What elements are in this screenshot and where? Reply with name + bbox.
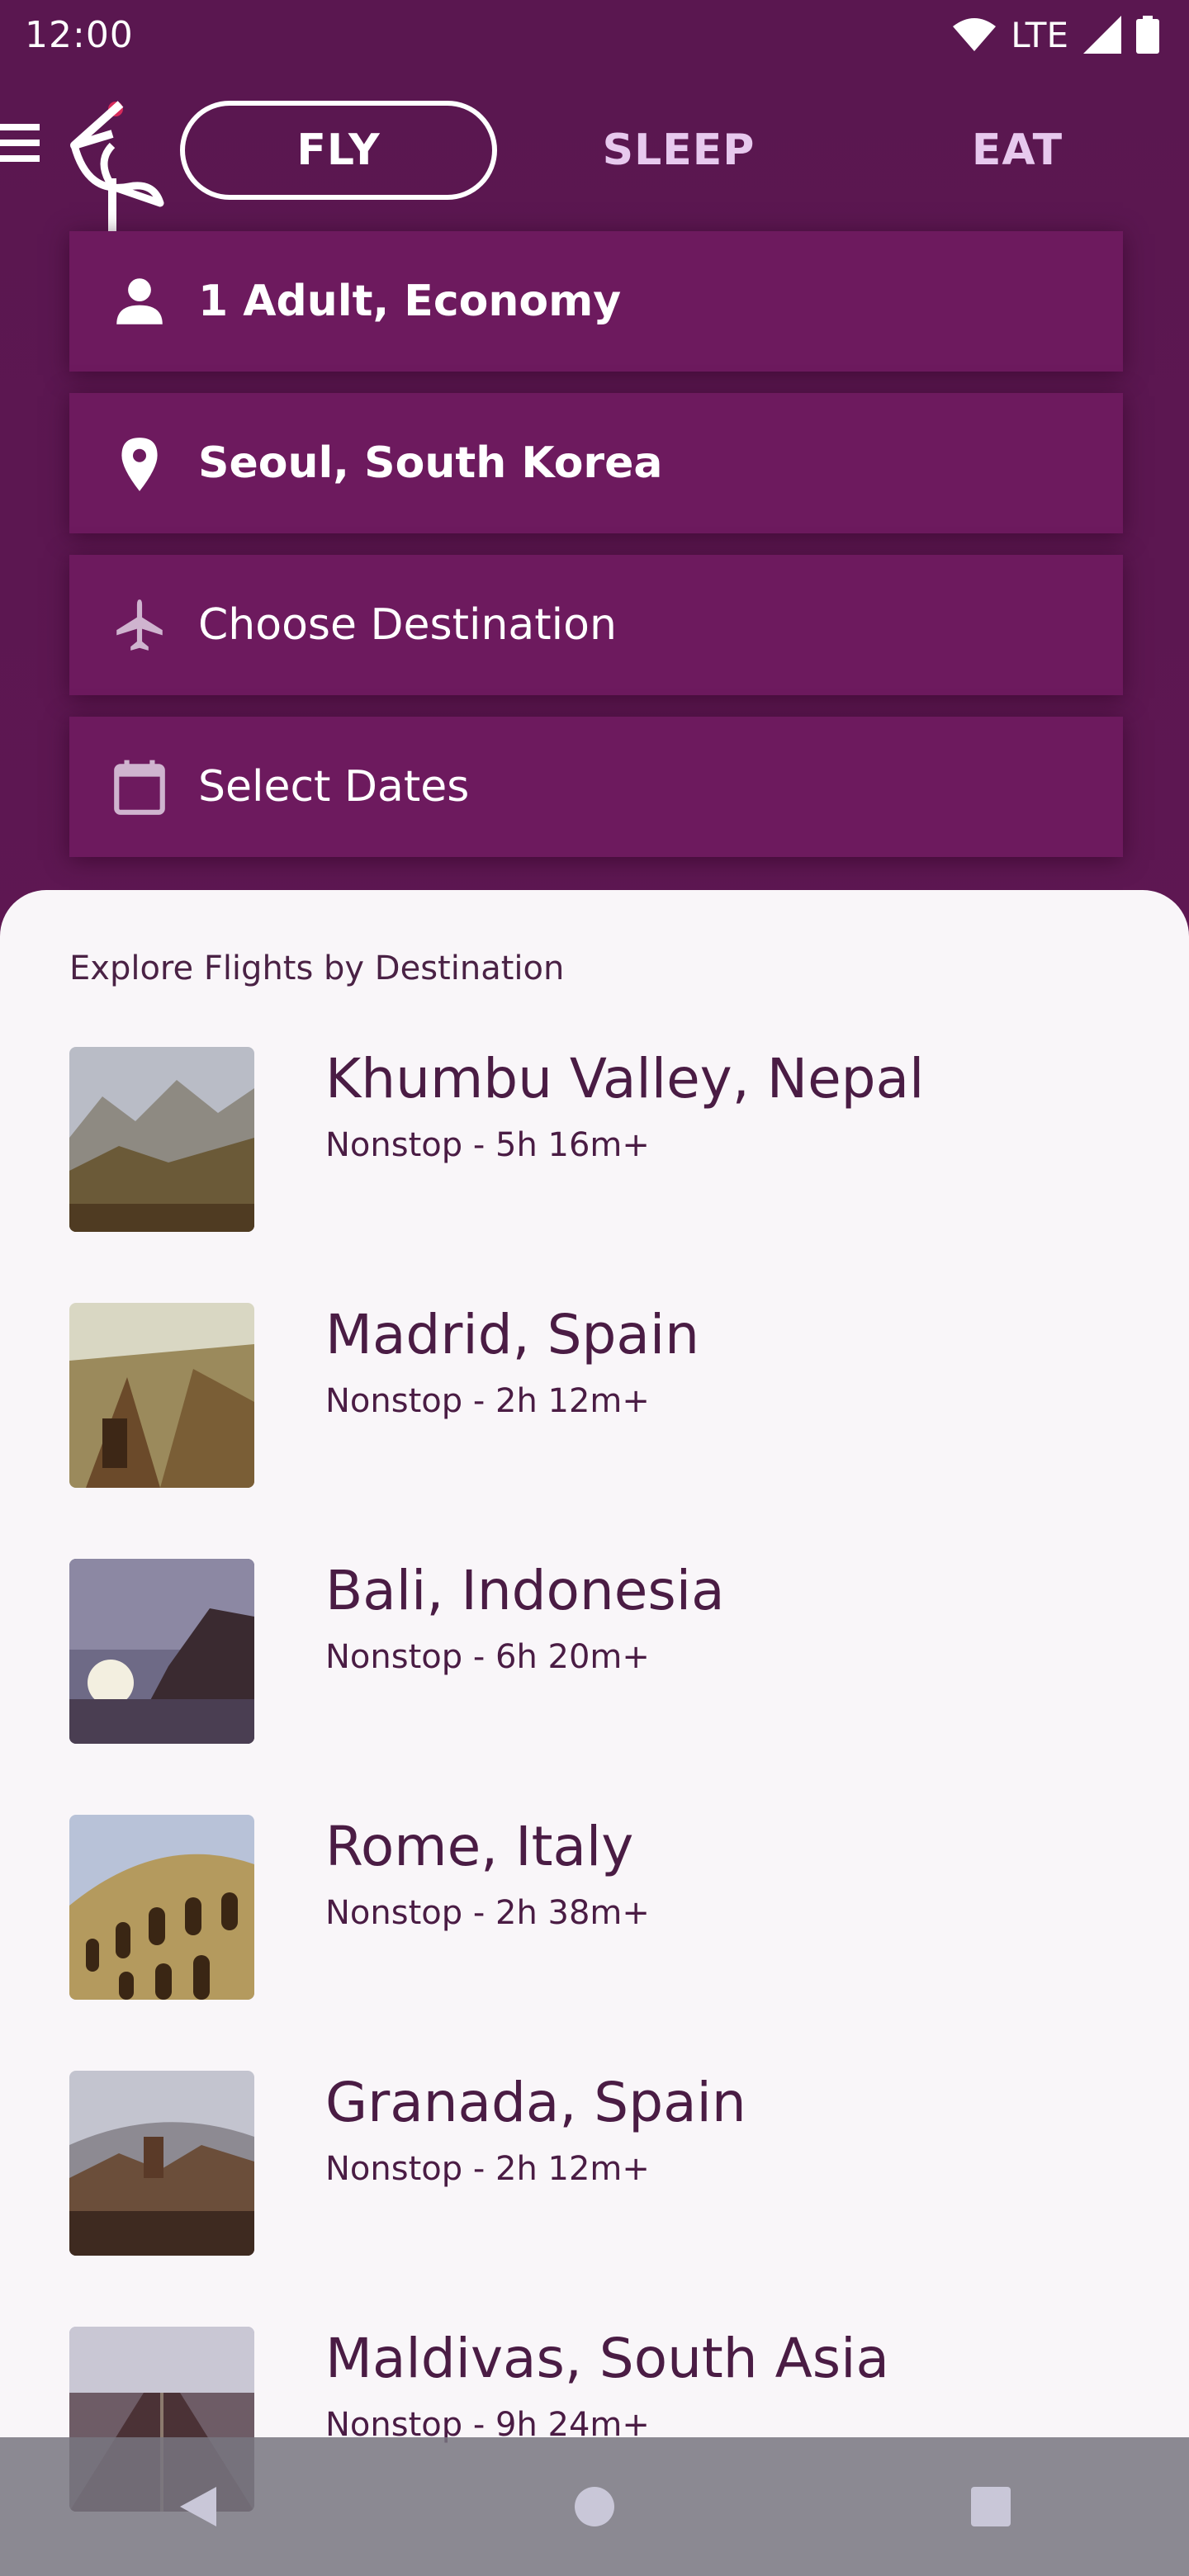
airplane-icon [116, 599, 163, 651]
tab-fly[interactable]: FLY [180, 101, 497, 200]
tab-fly-label: FLY [296, 125, 381, 175]
tab-sleep[interactable]: SLEEP [520, 101, 837, 200]
destination-thumbnail [69, 2071, 254, 2256]
back-icon [180, 2487, 216, 2526]
destination-field[interactable]: Choose Destination [69, 555, 1123, 695]
status-icons: LTE [953, 15, 1159, 55]
destination-name: Rome, Italy [325, 1815, 634, 1878]
recents-button[interactable] [966, 2482, 1016, 2531]
crane-logo [70, 101, 164, 243]
calendar-icon [114, 760, 165, 815]
destination-name: Bali, Indonesia [325, 1559, 725, 1622]
person-icon [116, 278, 163, 324]
dates-field[interactable]: Select Dates [69, 717, 1123, 857]
top-app-bar: FLY SLEEP EAT [0, 83, 1189, 243]
destination-thumbnail [69, 1815, 254, 2000]
destination-item[interactable]: Madrid, Spain Nonstop - 2h 12m+ [0, 1303, 1189, 1493]
destination-detail: Nonstop - 2h 38m+ [325, 1894, 650, 1932]
destination-thumbnail [69, 1559, 254, 1744]
lte-label: LTE [1011, 14, 1068, 55]
status-bar: 12:00 LTE [0, 0, 1189, 69]
destination-thumbnail [69, 1047, 254, 1232]
menu-icon[interactable] [0, 114, 41, 172]
destination-detail: Nonstop - 2h 12m+ [325, 2150, 650, 2188]
destination-item[interactable]: Granada, Spain Nonstop - 2h 12m+ [0, 2071, 1189, 2261]
destination-thumbnail [69, 1303, 254, 1488]
origin-value: Seoul, South Korea [198, 438, 663, 488]
recents-icon [971, 2487, 1011, 2526]
passengers-field[interactable]: 1 Adult, Economy [69, 231, 1123, 372]
explore-title: Explore Flights by Destination [69, 949, 565, 987]
tab-eat[interactable]: EAT [859, 101, 1176, 200]
system-navigation-bar [0, 2437, 1189, 2576]
tab-sleep-label: SLEEP [602, 125, 756, 175]
wifi-icon [953, 18, 997, 51]
destination-name: Granada, Spain [325, 2071, 746, 2134]
destination-name: Khumbu Valley, Nepal [325, 1047, 925, 1110]
dates-placeholder: Select Dates [198, 762, 470, 812]
explore-sheet: Explore Flights by Destination Khumbu Va… [0, 890, 1189, 2576]
status-time: 12:00 [25, 13, 134, 56]
home-icon [575, 2487, 614, 2526]
passengers-value: 1 Adult, Economy [198, 277, 622, 326]
app-root: 12:00 LTE FLY SLEEP EAT 1 Adult, Economy… [0, 0, 1189, 2576]
battery-icon [1136, 16, 1159, 54]
destination-placeholder: Choose Destination [198, 600, 617, 650]
destination-detail: Nonstop - 5h 16m+ [325, 1126, 650, 1164]
destination-item[interactable]: Khumbu Valley, Nepal Nonstop - 5h 16m+ [0, 1047, 1189, 1237]
destination-detail: Nonstop - 6h 20m+ [325, 1638, 650, 1676]
destination-item[interactable]: Bali, Indonesia Nonstop - 6h 20m+ [0, 1559, 1189, 1749]
tab-eat-label: EAT [971, 125, 1063, 175]
signal-icon [1083, 16, 1121, 54]
home-button[interactable] [570, 2482, 619, 2531]
location-pin-icon [121, 438, 158, 491]
destination-name: Maldivas, South Asia [325, 2327, 889, 2390]
origin-field[interactable]: Seoul, South Korea [69, 393, 1123, 533]
destination-item[interactable]: Rome, Italy Nonstop - 2h 38m+ [0, 1815, 1189, 2005]
destination-name: Madrid, Spain [325, 1303, 700, 1366]
destination-detail: Nonstop - 2h 12m+ [325, 1382, 650, 1420]
back-button[interactable] [173, 2482, 223, 2531]
